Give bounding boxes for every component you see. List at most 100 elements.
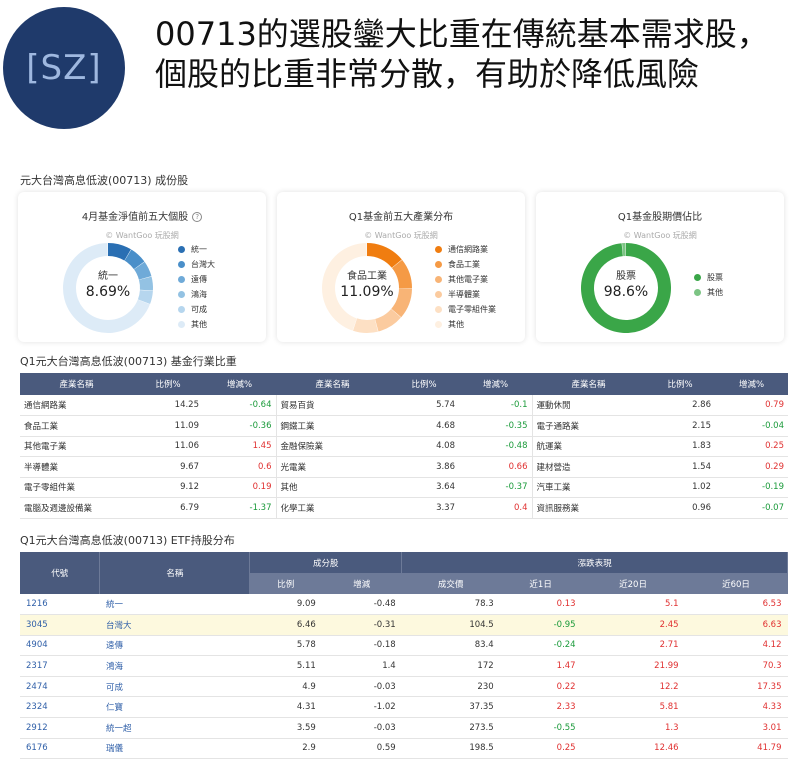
col-change[interactable]: 增減% <box>203 373 276 395</box>
legend-label: 鴻海 <box>191 290 207 299</box>
group-performance: 漲跌表現 <box>401 552 788 573</box>
stock-name-cell[interactable]: 台灣大 <box>99 614 250 636</box>
price-cell: 198.5 <box>401 738 500 760</box>
col-1d[interactable]: 近1日 <box>499 573 583 594</box>
col-price[interactable]: 成交價 <box>401 573 501 594</box>
stock-code-cell[interactable]: 1216 <box>20 594 100 616</box>
legend-label: 其他 <box>448 320 464 329</box>
legend-item[interactable]: 統一 <box>178 242 215 257</box>
change-1d-cell: -0.24 <box>499 635 582 657</box>
stock-name-cell[interactable]: 仁寶 <box>99 696 250 719</box>
legend-item[interactable]: 股票 <box>694 270 723 285</box>
stock-name-cell[interactable]: 遠傳 <box>99 635 250 657</box>
legend-item[interactable]: 台灣大 <box>178 257 215 272</box>
col-20d[interactable]: 近20日 <box>581 573 686 594</box>
industry-name-cell: 光電業 <box>275 456 389 478</box>
stock-name-cell[interactable]: 統一 <box>99 594 250 616</box>
col-ratio[interactable]: 比例% <box>133 373 203 395</box>
table-row[interactable]: 3045 台灣大 6.46 -0.31 104.5 -0.95 2.45 6.63 <box>20 614 788 636</box>
stock-code-cell[interactable]: 6176 <box>20 738 100 760</box>
table-row[interactable]: 1216 統一 9.09 -0.48 78.3 0.13 5.1 6.53 <box>20 594 788 616</box>
stock-code-cell[interactable]: 2324 <box>20 696 100 719</box>
ratio-cell: 2.86 <box>645 395 715 416</box>
ratio-cell: 9.09 <box>249 594 322 616</box>
ratio-cell: 5.74 <box>389 395 459 416</box>
legend-item[interactable]: 食品工業 <box>435 257 496 272</box>
table-row[interactable]: 6176 瑞儀 2.9 0.59 198.5 0.25 12.46 41.79 <box>20 738 788 760</box>
table-row[interactable]: 2474 可成 4.9 -0.03 230 0.22 12.2 17.35 <box>20 676 788 698</box>
table-row[interactable]: 2317 鴻海 5.11 1.4 172 1.47 21.99 70.3 <box>20 655 788 677</box>
table-row[interactable]: 2324 仁寶 4.31 -1.02 37.35 2.33 5.81 4.33 <box>20 696 788 719</box>
legend-item[interactable]: 通信網路業 <box>435 242 496 257</box>
ratio-cell: 2.9 <box>249 738 322 760</box>
col-change[interactable]: 增減 <box>321 573 403 594</box>
legend-label: 遠傳 <box>191 275 207 284</box>
donut-center-label: 股票 <box>616 270 636 282</box>
col-code[interactable]: 代號 <box>20 552 101 594</box>
legend-item[interactable]: 遠傳 <box>178 272 215 287</box>
ratio-cell: 11.06 <box>133 436 203 457</box>
stock-name-cell[interactable]: 鴻海 <box>99 655 250 677</box>
stock-code-cell[interactable]: 2317 <box>20 655 100 677</box>
legend-item[interactable]: 半導體業 <box>435 287 496 302</box>
legend-item[interactable]: 鴻海 <box>178 287 215 302</box>
table-row[interactable]: 2912 統一超 3.59 -0.03 273.5 -0.55 1.3 3.01 <box>20 717 788 739</box>
legend-item[interactable]: 其他 <box>178 317 215 332</box>
stock-code-cell[interactable]: 2474 <box>20 676 100 698</box>
legend-dot-icon <box>435 261 442 268</box>
change-cell: -0.18 <box>321 635 402 657</box>
ratio-cell: 9.12 <box>133 477 203 498</box>
col-industry-name[interactable]: 產業名稱 <box>20 373 133 395</box>
col-ratio[interactable]: 比例% <box>645 373 715 395</box>
stock-code-cell[interactable]: 3045 <box>20 614 100 636</box>
col-name[interactable]: 名稱 <box>99 552 251 594</box>
col-ratio[interactable]: 比例 <box>249 573 323 594</box>
asset-allocation-card: Q1基金股期價佔比 © WantGoo 玩股網 股票 98.6% 股票 其他 <box>536 192 784 342</box>
industry-name-cell: 汽車工業 <box>531 477 645 498</box>
industry-name-cell: 資訊服務業 <box>531 497 645 519</box>
change-cell: -0.36 <box>203 415 276 437</box>
col-change[interactable]: 增減% <box>715 373 788 395</box>
change-cell: 0.79 <box>715 395 788 416</box>
help-icon[interactable]: ? <box>192 212 203 222</box>
price-cell: 104.5 <box>401 614 500 636</box>
stock-code-cell[interactable]: 2912 <box>20 717 100 739</box>
stock-code-cell[interactable]: 4904 <box>20 635 100 657</box>
legend-item[interactable]: 其他電子業 <box>435 272 496 287</box>
industry-name-cell: 電腦及週邊設備業 <box>20 497 133 519</box>
industry-name-cell: 電子通路業 <box>531 415 645 437</box>
table-row[interactable]: 4904 遠傳 5.78 -0.18 83.4 -0.24 2.71 4.12 <box>20 635 788 657</box>
col-industry-name[interactable]: 產業名稱 <box>276 373 389 395</box>
table-row: 電腦及週邊設備業 6.79 -1.37 化學工業 3.37 0.4 資訊服務業 0.96 -0.… <box>20 497 788 519</box>
price-cell: 230 <box>401 676 500 698</box>
legend-dot-icon <box>178 276 185 283</box>
stock-name-cell[interactable]: 瑞儀 <box>99 738 250 760</box>
change-cell: -0.03 <box>321 676 402 698</box>
change-cell: 0.19 <box>203 477 276 498</box>
legend-label: 其他電子業 <box>448 275 488 284</box>
legend-dot-icon <box>178 246 185 253</box>
legend-item[interactable]: 可成 <box>178 302 215 317</box>
legend-item[interactable]: 其他 <box>435 317 496 332</box>
donut-slice[interactable] <box>353 318 378 333</box>
change-cell: 0.25 <box>715 436 788 457</box>
col-60d[interactable]: 近60日 <box>684 573 788 594</box>
donut-center-value: 11.09% <box>340 284 393 300</box>
change-cell: 0.66 <box>459 456 532 478</box>
table-row: 其他電子業 11.06 1.45 金融保險業 4.08 -0.48 航運業 1.83 0.25 <box>20 436 788 457</box>
donut-slice[interactable] <box>367 243 402 268</box>
stock-name-cell[interactable]: 統一超 <box>99 717 250 739</box>
legend-dot-icon <box>435 306 442 313</box>
col-industry-name[interactable]: 產業名稱 <box>532 373 645 395</box>
legend-item[interactable]: 其他 <box>694 285 723 300</box>
legend-dot-icon <box>694 274 701 281</box>
col-ratio[interactable]: 比例% <box>389 373 459 395</box>
col-change[interactable]: 增減% <box>459 373 532 395</box>
legend-label: 食品工業 <box>448 260 480 269</box>
table-row: 食品工業 11.09 -0.36 鋼鐵工業 4.68 -0.35 電子通路業 2.15 -0.0… <box>20 415 788 437</box>
stock-name-cell[interactable]: 可成 <box>99 676 250 698</box>
legend-dot-icon <box>178 306 185 313</box>
legend-item[interactable]: 電子零組件業 <box>435 302 496 317</box>
change-1d-cell: 0.22 <box>499 676 582 698</box>
change-60d-cell: 41.79 <box>684 738 788 760</box>
